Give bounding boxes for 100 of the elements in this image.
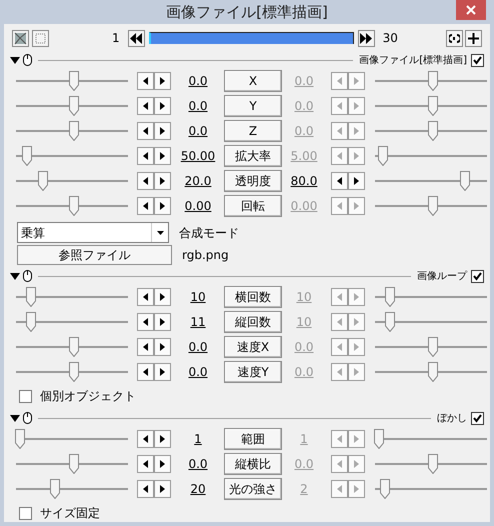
- slider[interactable]: [16, 144, 128, 166]
- decrement-button[interactable]: [137, 122, 154, 140]
- slider-thumb[interactable]: [69, 196, 80, 216]
- increment-button[interactable]: [154, 72, 171, 90]
- enable-checkbox[interactable]: [471, 412, 484, 424]
- slider[interactable]: [375, 336, 487, 358]
- add-button[interactable]: [465, 30, 482, 46]
- slider-thumb[interactable]: [460, 170, 470, 190]
- slider-thumb[interactable]: [384, 286, 395, 306]
- increment-button[interactable]: [154, 196, 171, 214]
- value-text[interactable]: 10: [175, 288, 221, 306]
- increment-button[interactable]: [154, 480, 171, 498]
- value-text[interactable]: 0.0: [175, 96, 221, 114]
- slider-thumb[interactable]: [428, 96, 438, 116]
- view-button[interactable]: [32, 30, 49, 46]
- checkbox[interactable]: [19, 390, 32, 402]
- value-text[interactable]: 20: [175, 480, 221, 498]
- decrement-button[interactable]: [137, 338, 154, 356]
- decrement-button[interactable]: [137, 196, 154, 214]
- slider[interactable]: [16, 452, 128, 474]
- slider[interactable]: [375, 286, 487, 308]
- increment-button[interactable]: [154, 172, 171, 190]
- decrement-button[interactable]: [137, 454, 154, 472]
- increment-button[interactable]: [154, 312, 171, 330]
- slider-thumb[interactable]: [69, 362, 80, 382]
- slider[interactable]: [16, 194, 128, 216]
- slider-thumb[interactable]: [22, 146, 32, 166]
- slider-thumb[interactable]: [26, 312, 36, 332]
- parameter-button[interactable]: 横回数: [224, 286, 282, 308]
- value-text[interactable]: 50.00: [175, 146, 221, 164]
- slider-thumb[interactable]: [428, 336, 438, 356]
- slider-thumb[interactable]: [69, 336, 80, 356]
- parameter-button[interactable]: Z: [224, 120, 282, 142]
- slider-thumb[interactable]: [374, 428, 384, 448]
- close-button[interactable]: [456, 0, 486, 20]
- increment-button[interactable]: [154, 362, 171, 380]
- slider-thumb[interactable]: [380, 478, 390, 498]
- parameter-button[interactable]: 速度Y: [224, 360, 282, 382]
- slider-thumb[interactable]: [69, 96, 80, 116]
- slider[interactable]: [16, 310, 128, 332]
- increment-button[interactable]: [154, 454, 171, 472]
- decrement-button[interactable]: [137, 362, 154, 380]
- slider[interactable]: [375, 478, 487, 500]
- parameter-button[interactable]: 回転: [224, 194, 282, 216]
- value-text[interactable]: 20.0: [175, 172, 221, 190]
- frame-button[interactable]: [12, 30, 29, 46]
- enable-checkbox[interactable]: [471, 270, 484, 282]
- value-text[interactable]: 0.0: [175, 362, 221, 380]
- decrement-button[interactable]: [137, 146, 154, 164]
- increment-button[interactable]: [154, 338, 171, 356]
- decrement-button[interactable]: [331, 172, 348, 190]
- blend-mode-dropdown[interactable]: 乗算: [17, 222, 169, 243]
- increment-button[interactable]: [154, 146, 171, 164]
- parameter-button[interactable]: 速度X: [224, 336, 282, 358]
- decrement-button[interactable]: [137, 288, 154, 306]
- slider-thumb[interactable]: [38, 170, 48, 190]
- slider-thumb[interactable]: [378, 146, 388, 166]
- slider-thumb[interactable]: [69, 70, 80, 90]
- slider[interactable]: [375, 428, 487, 450]
- slider[interactable]: [16, 428, 128, 450]
- increment-button[interactable]: [154, 96, 171, 114]
- end-value-text[interactable]: 80.0: [284, 172, 324, 190]
- value-text[interactable]: 0.00: [175, 196, 221, 214]
- slider[interactable]: [16, 170, 128, 192]
- slider-thumb[interactable]: [15, 428, 26, 448]
- slider[interactable]: [375, 452, 487, 474]
- increment-button[interactable]: [348, 172, 365, 190]
- fast-forward-button[interactable]: [358, 30, 375, 46]
- increment-button[interactable]: [154, 430, 171, 448]
- slider-thumb[interactable]: [428, 70, 438, 90]
- link-button[interactable]: [446, 30, 463, 46]
- parameter-button[interactable]: 縦回数: [224, 310, 282, 332]
- slider[interactable]: [375, 144, 487, 166]
- slider[interactable]: [375, 120, 487, 142]
- value-text[interactable]: 0.0: [175, 454, 221, 472]
- timeline-bar[interactable]: [148, 32, 354, 44]
- parameter-button[interactable]: Y: [224, 94, 282, 116]
- slider[interactable]: [375, 94, 487, 116]
- slider[interactable]: [16, 70, 128, 92]
- slider[interactable]: [375, 310, 487, 332]
- decrement-button[interactable]: [137, 312, 154, 330]
- slider-thumb[interactable]: [69, 454, 80, 474]
- slider[interactable]: [375, 194, 487, 216]
- slider-thumb[interactable]: [26, 286, 36, 306]
- decrement-button[interactable]: [137, 480, 154, 498]
- checkbox[interactable]: [19, 506, 32, 520]
- slider[interactable]: [16, 478, 128, 500]
- slider[interactable]: [375, 170, 487, 192]
- slider[interactable]: [375, 360, 487, 382]
- decrement-button[interactable]: [137, 172, 154, 190]
- slider-thumb[interactable]: [384, 312, 395, 332]
- browse-file-button[interactable]: 参照ファイル: [17, 245, 172, 265]
- parameter-button[interactable]: X: [224, 70, 282, 92]
- decrement-button[interactable]: [137, 96, 154, 114]
- slider-thumb[interactable]: [428, 454, 438, 474]
- slider[interactable]: [16, 336, 128, 358]
- slider[interactable]: [16, 360, 128, 382]
- slider[interactable]: [16, 94, 128, 116]
- parameter-button[interactable]: 拡大率: [224, 144, 282, 166]
- value-text[interactable]: 11: [175, 312, 221, 330]
